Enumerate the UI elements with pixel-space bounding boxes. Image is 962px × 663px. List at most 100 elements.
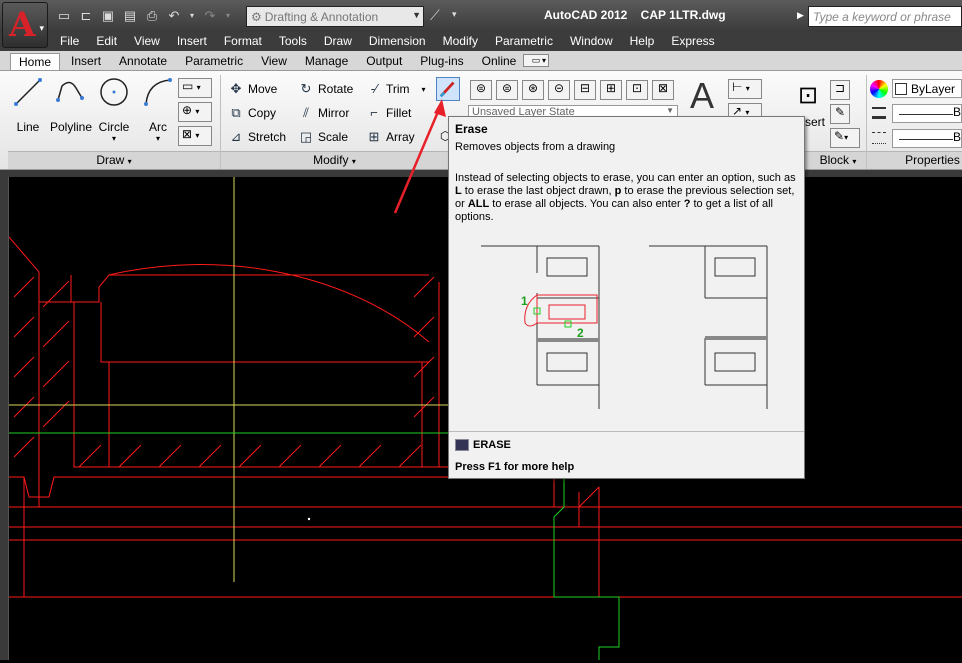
circle-icon [100, 78, 128, 106]
tab-output[interactable]: Output [359, 53, 409, 70]
tab-annotate[interactable]: Annotate [112, 53, 174, 70]
circle-label: Circle [98, 120, 130, 134]
hatch-tool[interactable]: ⊕ ▾ [178, 102, 212, 122]
menu-tools[interactable]: Tools [279, 34, 307, 48]
layer-off-icon[interactable]: ⊝ [548, 80, 570, 100]
menu-edit[interactable]: Edit [96, 34, 117, 48]
linetype-dropdown[interactable]: B [892, 129, 962, 148]
redo-dropdown-icon[interactable]: ▾ [224, 8, 232, 24]
chevron-down-icon[interactable]: ▾ [140, 134, 176, 143]
stretch-tool[interactable]: ⊿ Stretch [228, 129, 286, 145]
insert-block-icon[interactable]: ⊡ [792, 81, 824, 113]
customize-qat-icon[interactable]: ▾ [452, 9, 457, 20]
menu-express[interactable]: Express [671, 34, 714, 48]
tab-view[interactable]: View [254, 53, 294, 70]
chevron-down-icon[interactable]: ▾ [542, 56, 546, 65]
layer-walk-icon[interactable]: ⊡ [626, 80, 648, 100]
save-icon[interactable]: ▣ [100, 8, 116, 24]
workspace-selector[interactable]: ⚙ Drafting & Annotation ▼ [246, 6, 424, 27]
polyline-tool[interactable]: Polyline [50, 76, 92, 134]
plot-icon[interactable]: ⎙ [144, 8, 160, 24]
circle-tool[interactable]: Circle ▾ [96, 76, 132, 143]
color-swatch [895, 83, 907, 95]
pick-label-2: 2 [577, 326, 584, 340]
application-menu-button[interactable]: A ▾ [2, 2, 48, 48]
arc-icon [144, 78, 172, 106]
polyline-icon [56, 81, 84, 102]
rotate-label: Rotate [318, 82, 354, 96]
tooltip-body-text: to erase all objects. You can also enter [489, 198, 684, 210]
tooltip-illustration: 1 2 [481, 245, 768, 409]
tooltip-description: Removes objects from a drawing [455, 141, 616, 153]
linetype-icon[interactable] [872, 132, 886, 144]
menu-window[interactable]: Window [570, 34, 613, 48]
redo-icon[interactable]: ↷ [202, 8, 218, 24]
undo-icon[interactable]: ↶ [166, 8, 182, 24]
layer-match-icon[interactable]: ⊞ [600, 80, 622, 100]
arc-tool[interactable]: Arc ▾ [140, 76, 176, 143]
menu-format[interactable]: Format [224, 34, 262, 48]
color-dropdown[interactable]: ByLayer [892, 79, 962, 98]
rotate-icon: ↻ [300, 81, 312, 96]
multiline-text-icon[interactable]: A [690, 75, 714, 117]
insert-label-partial[interactable]: sert [805, 115, 825, 129]
edit-block-icon[interactable]: ✎ [830, 104, 850, 124]
lineweight-line [899, 114, 955, 115]
new-file-icon[interactable]: ▭ [56, 8, 72, 24]
rotate-tool[interactable]: ↻ Rotate [298, 81, 354, 97]
draw-panel-footer[interactable]: Draw ▾ [8, 151, 220, 169]
linetype-value: B [952, 130, 961, 144]
menu-dimension[interactable]: Dimension [369, 34, 426, 48]
save-as-icon[interactable]: ▤ [122, 8, 138, 24]
layer-iso-icon[interactable]: ⊜ [496, 80, 518, 100]
undo-dropdown-icon[interactable]: ▾ [188, 8, 196, 24]
chevron-down-icon[interactable]: ▾ [422, 85, 426, 94]
menu-help[interactable]: Help [630, 34, 655, 48]
line-tool[interactable]: Line [10, 76, 46, 134]
rectangle-tool[interactable]: ▭ ▾ [178, 78, 212, 98]
layer-lock-icon[interactable]: ⊟ [574, 80, 596, 100]
menu-file[interactable]: File [60, 34, 79, 48]
tab-insert[interactable]: Insert [64, 53, 108, 70]
copy-tool[interactable]: ⧉ Copy [228, 105, 276, 121]
tab-online[interactable]: Online [475, 53, 524, 70]
move-tool[interactable]: ✥ Move [228, 81, 278, 97]
menu-draw[interactable]: Draw [324, 34, 352, 48]
create-block-icon[interactable]: ⊐ [830, 80, 850, 100]
copy-icon: ⧉ [231, 105, 241, 120]
ribbon-tab-bar: Home Insert Annotate Parametric View Man… [0, 51, 962, 71]
edit-attributes-icon[interactable]: ✎▾ [830, 128, 860, 148]
chevron-down-icon[interactable]: ▾ [96, 134, 132, 143]
chevron-down-icon: ▼ [412, 10, 421, 20]
open-file-icon[interactable]: ⊏ [78, 8, 94, 24]
scale-tool[interactable]: ◲ Scale [298, 129, 348, 145]
command-name: ERASE [473, 439, 511, 451]
tooltip-heading: Erase [455, 122, 488, 136]
gradient-tool[interactable]: ⊠ ▾ [178, 126, 212, 146]
expand-arrow-icon[interactable]: ▶ [797, 10, 804, 21]
help-search-input[interactable]: Type a keyword or phrase [808, 6, 962, 27]
lineweight-icon[interactable] [872, 107, 886, 119]
mirror-tool[interactable]: ⫽ Mirror [298, 105, 349, 121]
match-properties-icon[interactable]: ⟋ [430, 7, 440, 24]
layer-properties-icon[interactable]: ⊜ [470, 80, 492, 100]
tab-plug-ins[interactable]: Plug-ins [413, 53, 470, 70]
line-icon [14, 78, 42, 106]
chevron-down-icon: ▾ [351, 157, 356, 166]
menu-insert[interactable]: Insert [177, 34, 207, 48]
tab-parametric[interactable]: Parametric [178, 53, 250, 70]
lineweight-dropdown[interactable]: B [892, 104, 962, 123]
menu-parametric[interactable]: Parametric [495, 34, 553, 48]
menu-modify[interactable]: Modify [443, 34, 478, 48]
chevron-down-icon: ▾ [127, 157, 132, 166]
tab-home[interactable]: Home [10, 53, 61, 70]
layer-tools-row: ⊜ ⊜ ⊛ ⊝ ⊟ ⊞ ⊡ ⊠ [470, 80, 674, 100]
color-wheel-icon[interactable] [870, 80, 888, 98]
scale-label: Scale [318, 130, 349, 144]
layer-freeze-icon[interactable]: ⊛ [522, 80, 544, 100]
properties-panel-footer[interactable]: Properties [867, 151, 962, 169]
dimension-tool[interactable]: ⊢ ▾ [728, 79, 762, 99]
layer-merge-icon[interactable]: ⊠ [652, 80, 674, 100]
menu-view[interactable]: View [134, 34, 160, 48]
tab-manage[interactable]: Manage [298, 53, 355, 70]
